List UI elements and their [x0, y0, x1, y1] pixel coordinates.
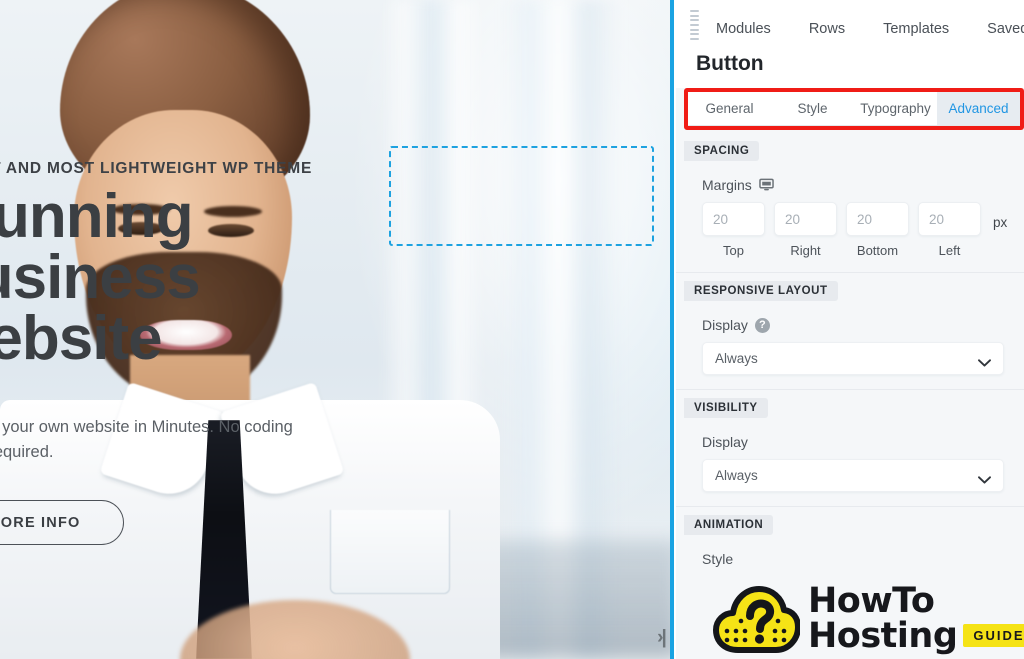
responsive-display-field: Display ? Always: [676, 317, 1024, 375]
margin-bottom-col: 20 Bottom: [846, 202, 909, 258]
watermark-guide-badge: GUIDE: [963, 623, 1024, 647]
responsive-display-select[interactable]: Always: [702, 342, 1004, 375]
margin-top-col: 20 Top: [702, 202, 765, 258]
visibility-display-label: Display: [702, 434, 748, 450]
margin-bottom-caption: Bottom: [856, 243, 899, 258]
tab-general[interactable]: General: [688, 92, 771, 125]
section-responsive-layout: RESPONSIVE LAYOUT: [676, 273, 1024, 301]
module-settings-panel: Modules Rows Templates Saved Button Gene…: [676, 0, 1024, 659]
watermark-line2: Hosting: [808, 615, 958, 656]
margin-top-input[interactable]: 20: [702, 202, 765, 236]
panel-nav-tabs: Modules Rows Templates Saved: [676, 0, 1024, 44]
settings-tabstrip: General Style Typography Advanced: [688, 92, 1020, 126]
howtohosting-watermark: HowTo Hosting GUIDE: [712, 578, 1024, 659]
section-title-responsive-layout: RESPONSIVE LAYOUT: [684, 281, 838, 301]
section-title-spacing: SPACING: [684, 141, 760, 161]
page-preview-canvas[interactable]: FASTEST AND MOST LIGHTWEIGHT WP THEME St…: [0, 0, 672, 659]
cloud-question-logo-icon: [712, 584, 801, 654]
section-spacing: SPACING: [676, 133, 1024, 161]
chevron-down-icon: [978, 472, 991, 484]
tab-advanced[interactable]: Advanced: [937, 92, 1020, 125]
hero-content: FASTEST AND MOST LIGHTWEIGHT WP THEME St…: [0, 0, 672, 659]
margin-top-caption: Top: [723, 243, 744, 258]
visibility-display-label-row: Display: [702, 434, 996, 450]
responsive-display-label-row: Display ?: [702, 317, 996, 333]
section-animation: ANIMATION: [676, 507, 1024, 535]
tab-typography[interactable]: Typography: [854, 92, 937, 125]
watermark-line1: HowTo: [808, 580, 935, 621]
chevron-down-icon: [978, 355, 991, 367]
module-title: Button: [696, 52, 764, 75]
hero-subcopy[interactable]: Create your own website in Minutes. No c…: [0, 415, 320, 465]
nav-tab-templates[interactable]: Templates: [883, 21, 949, 37]
margins-inputs: 20 Top 20 Right 20 Bottom 20 Left px: [702, 202, 1007, 258]
animation-style-label-row: Style: [702, 551, 996, 567]
panel-header: Modules Rows Templates Saved Button: [676, 0, 1024, 88]
tab-style[interactable]: Style: [771, 92, 854, 125]
margins-unit: px: [993, 214, 1008, 230]
margins-label-row: Margins: [702, 177, 996, 193]
module-dropzone-placeholder[interactable]: [389, 146, 654, 246]
visibility-display-select[interactable]: Always: [702, 459, 1004, 492]
margin-left-col: 20 Left: [918, 202, 981, 258]
nav-tab-modules[interactable]: Modules: [716, 21, 771, 37]
collapse-panel-icon[interactable]: ›|: [648, 625, 672, 651]
section-title-visibility: VISIBILITY: [684, 398, 768, 418]
watermark-line2-row: Hosting GUIDE: [808, 615, 1024, 656]
help-icon[interactable]: ?: [754, 317, 770, 333]
settings-sections: SPACING Margins 20 Top 20 Right 20 Botto…: [676, 133, 1024, 567]
desktop-monitor-icon[interactable]: [759, 178, 774, 192]
margin-right-caption: Right: [790, 243, 821, 258]
responsive-display-label: Display: [702, 317, 748, 333]
section-title-animation: ANIMATION: [684, 515, 774, 535]
visibility-display-field: Display Always: [676, 434, 1024, 492]
page-builder-screen: FASTEST AND MOST LIGHTWEIGHT WP THEME St…: [0, 0, 1024, 659]
animation-style-label: Style: [702, 551, 734, 567]
margin-bottom-input[interactable]: 20: [846, 202, 909, 236]
watermark-wordmark: HowTo Hosting GUIDE: [808, 580, 1024, 656]
nav-tab-rows[interactable]: Rows: [809, 21, 845, 37]
responsive-display-value: Always: [715, 351, 758, 366]
section-visibility: VISIBILITY: [676, 390, 1024, 418]
margin-left-caption: Left: [938, 243, 961, 258]
hero-eyebrow: FASTEST AND MOST LIGHTWEIGHT WP THEME: [0, 160, 313, 177]
margin-left-input[interactable]: 20: [918, 202, 981, 236]
drag-handle-icon[interactable]: [690, 10, 699, 40]
hero-more-info-button[interactable]: MORE INFO: [0, 500, 124, 545]
nav-tab-saved[interactable]: Saved: [987, 21, 1024, 37]
margins-field: Margins 20 Top 20 Right 20 Bottom 20 Lef…: [676, 177, 1024, 258]
hero-headline[interactable]: Stunning Business Website: [0, 186, 201, 370]
margin-right-input[interactable]: 20: [774, 202, 837, 236]
margin-right-col: 20 Right: [774, 202, 837, 258]
visibility-display-value: Always: [715, 468, 758, 483]
margins-label: Margins: [702, 177, 752, 193]
animation-style-field: Style: [676, 551, 1024, 567]
settings-tabstrip-wrap: General Style Typography Advanced: [676, 88, 1024, 133]
